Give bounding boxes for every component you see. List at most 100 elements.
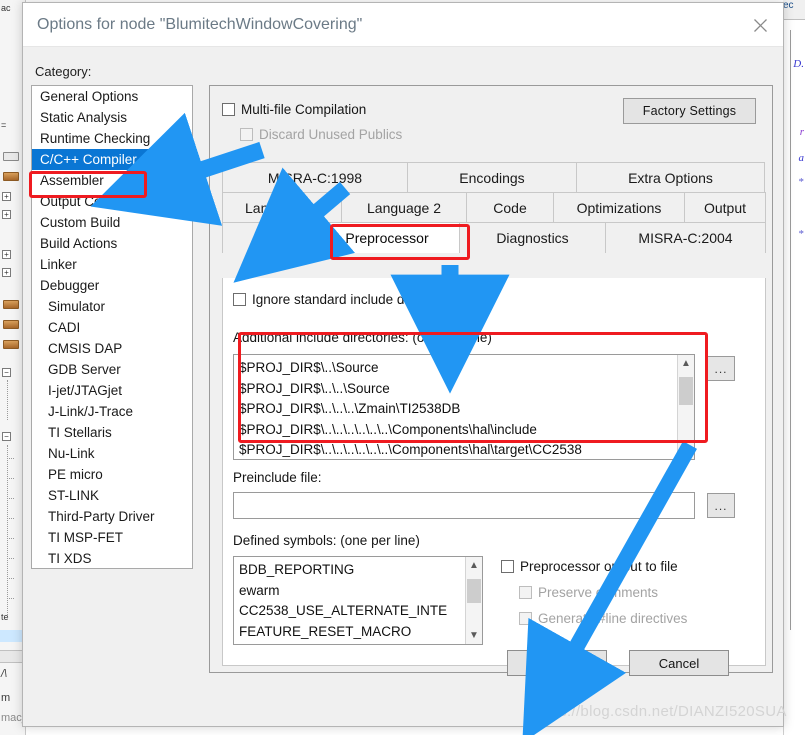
sidebar-item-linker[interactable]: Linker xyxy=(32,254,192,275)
scrollbar-thumb[interactable] xyxy=(679,377,693,405)
background-tree-tick xyxy=(7,458,14,459)
defined-symbols-label: Defined symbols: (one per line) xyxy=(233,533,420,548)
tab-encodings[interactable]: Encodings xyxy=(407,162,577,192)
close-icon[interactable] xyxy=(737,3,783,47)
tab-language-2[interactable]: Language 2 xyxy=(341,192,467,222)
tab-optimizations[interactable]: Optimizations xyxy=(553,192,685,222)
sidebar-item-nu-link[interactable]: Nu-Link xyxy=(32,443,192,464)
preinclude-file-input[interactable] xyxy=(233,492,695,519)
preprocessor-panel: Ignore standard include directories Addi… xyxy=(222,278,766,666)
sidebar-item-third-party-driver[interactable]: Third-Party Driver xyxy=(32,506,192,527)
sidebar-item-ti-msp-fet[interactable]: TI MSP-FET xyxy=(32,527,192,548)
compiler-options-inner: Factory Settings Multi-file Compilation … xyxy=(214,90,768,668)
background-label: /\ xyxy=(1,668,8,680)
category-list[interactable]: General Options Static Analysis Runtime … xyxy=(31,85,193,569)
sidebar-item-pe-micro[interactable]: PE micro xyxy=(32,464,192,485)
sidebar-item-custom-build[interactable]: Custom Build xyxy=(32,212,192,233)
include-dir-line: $PROJ_DIR$\..\..\..\Zmain\TI2538DB xyxy=(239,401,461,416)
include-dirs-scrollbar[interactable]: ▲ ▼ xyxy=(677,355,694,459)
scrollbar-thumb[interactable] xyxy=(467,579,481,603)
tab-row-1[interactable]: MISRA-C:1998 Encodings Extra Options xyxy=(222,162,766,192)
background-folder-icon xyxy=(3,300,19,309)
background-editor-tab[interactable]: ec xyxy=(783,0,805,20)
preprocessor-output-to-file-label: Preprocessor output to file xyxy=(520,559,678,574)
background-code-fragment: a xyxy=(798,152,805,164)
sidebar-item-c-cpp-compiler[interactable]: C/C++ Compiler xyxy=(32,149,192,170)
tab-code[interactable]: Code xyxy=(466,192,554,222)
background-collapse-icon[interactable]: − xyxy=(2,368,11,377)
tab-row-3[interactable]: List Preprocessor Diagnostics MISRA-C:20… xyxy=(222,222,766,253)
sidebar-item-ti-stellaris[interactable]: TI Stellaris xyxy=(32,422,192,443)
generate-line-directives-checkbox-row: Generate #line directives xyxy=(519,611,687,626)
background-partial-label: m xyxy=(1,692,11,704)
sidebar-item-output-converter[interactable]: Output Converter xyxy=(32,191,192,212)
tab-language-1[interactable]: Language 1 xyxy=(222,192,342,222)
checkbox-icon[interactable] xyxy=(233,293,246,306)
generate-line-directives-label: Generate #line directives xyxy=(538,611,688,626)
background-tree-tick xyxy=(7,578,14,579)
tab-row-2[interactable]: Language 1 Language 2 Code Optimizations… xyxy=(222,192,766,222)
checkbox-icon xyxy=(519,586,532,599)
background-expand-icon[interactable]: + xyxy=(2,210,11,219)
tab-diagnostics[interactable]: Diagnostics xyxy=(459,222,606,253)
dialog-titlebar[interactable]: Options for node "BlumitechWindowCoverin… xyxy=(23,3,783,47)
background-code-fragment: * xyxy=(798,228,805,240)
factory-settings-button[interactable]: Factory Settings xyxy=(623,98,756,124)
checkbox-icon xyxy=(519,612,532,625)
sidebar-item-gdb-server[interactable]: GDB Server xyxy=(32,359,192,380)
sidebar-item-build-actions[interactable]: Build Actions xyxy=(32,233,192,254)
sidebar-item-static-analysis[interactable]: Static Analysis xyxy=(32,107,192,128)
background-tree-tick xyxy=(7,558,14,559)
sidebar-item-cmsis-dap[interactable]: CMSIS DAP xyxy=(32,338,192,359)
tab-output[interactable]: Output xyxy=(684,192,766,222)
background-expand-icon[interactable]: + xyxy=(2,192,11,201)
browse-include-dirs-button[interactable]: ... xyxy=(707,356,735,381)
scroll-up-icon[interactable]: ▲ xyxy=(678,355,694,372)
browse-preinclude-button[interactable]: ... xyxy=(707,493,735,518)
multi-file-compilation-checkbox-row[interactable]: Multi-file Compilation xyxy=(222,102,366,117)
additional-include-directories-label: Additional include directories: (one per… xyxy=(233,330,492,345)
checkbox-icon[interactable] xyxy=(501,560,514,573)
sidebar-item-i-jet-jtagjet[interactable]: I-jet/JTAGjet xyxy=(32,380,192,401)
tab-misra-c-2004[interactable]: MISRA-C:2004 xyxy=(605,222,766,253)
background-expand-icon[interactable]: + xyxy=(2,268,11,277)
background-tree-tick xyxy=(7,478,14,479)
background-code-fragment: D. xyxy=(793,58,804,70)
background-tree-tick xyxy=(7,498,14,499)
include-dir-line: $PROJ_DIR$\..\..\Source xyxy=(239,380,390,396)
background-tree-line xyxy=(7,445,8,615)
background-collapse-icon[interactable]: − xyxy=(2,432,11,441)
sidebar-item-cadi[interactable]: CADI xyxy=(32,317,192,338)
tab-extra-options[interactable]: Extra Options xyxy=(576,162,765,192)
dialog-title: Options for node "BlumitechWindowCoverin… xyxy=(37,16,363,33)
preserve-comments-checkbox-row: Preserve comments xyxy=(519,585,658,600)
sidebar-item-runtime-checking[interactable]: Runtime Checking xyxy=(32,128,192,149)
screenshot-root: ac = + + + + − − te /\ m ec D. r a * * O… xyxy=(0,0,805,735)
preinclude-file-label: Preinclude file: xyxy=(233,470,322,485)
sidebar-item-debugger[interactable]: Debugger xyxy=(32,275,192,296)
sidebar-item-simulator[interactable]: Simulator xyxy=(32,296,192,317)
background-tree-icon xyxy=(3,152,19,161)
discard-unused-publics-checkbox-row: Discard Unused Publics xyxy=(240,127,402,142)
sidebar-item-ti-xds[interactable]: TI XDS xyxy=(32,548,192,568)
sidebar-item-st-link[interactable]: ST-LINK xyxy=(32,485,192,506)
tab-preprocessor[interactable]: Preprocessor xyxy=(314,222,460,253)
ok-button[interactable]: OK xyxy=(507,650,607,676)
scroll-up-icon[interactable]: ▲ xyxy=(466,557,482,574)
ignore-standard-includes-checkbox-row[interactable]: Ignore standard include directories xyxy=(233,292,459,307)
tab-list[interactable]: List xyxy=(222,222,315,253)
compiler-options-pane: Factory Settings Multi-file Compilation … xyxy=(209,85,773,673)
preprocessor-output-to-file-checkbox-row[interactable]: Preprocessor output to file xyxy=(501,559,678,574)
additional-include-directories-input[interactable]: $PROJ_DIR$\..\Source $PROJ_DIR$\..\..\So… xyxy=(233,354,695,460)
include-dirs-lines: $PROJ_DIR$\..\Source $PROJ_DIR$\..\..\So… xyxy=(239,358,674,459)
scroll-down-icon[interactable]: ▼ xyxy=(678,442,694,459)
background-expand-icon[interactable]: + xyxy=(2,250,11,259)
defined-symbol-line: BDB_REPORTING xyxy=(239,562,355,577)
sidebar-item-assembler[interactable]: Assembler xyxy=(32,170,192,191)
cancel-button[interactable]: Cancel xyxy=(629,650,729,676)
sidebar-item-j-link-j-trace[interactable]: J-Link/J-Trace xyxy=(32,401,192,422)
sidebar-item-general-options[interactable]: General Options xyxy=(32,86,192,107)
checkbox-icon[interactable] xyxy=(222,103,235,116)
background-editor[interactable]: ec D. r a * * xyxy=(783,0,805,735)
tab-misra-c-1998[interactable]: MISRA-C:1998 xyxy=(222,162,408,192)
